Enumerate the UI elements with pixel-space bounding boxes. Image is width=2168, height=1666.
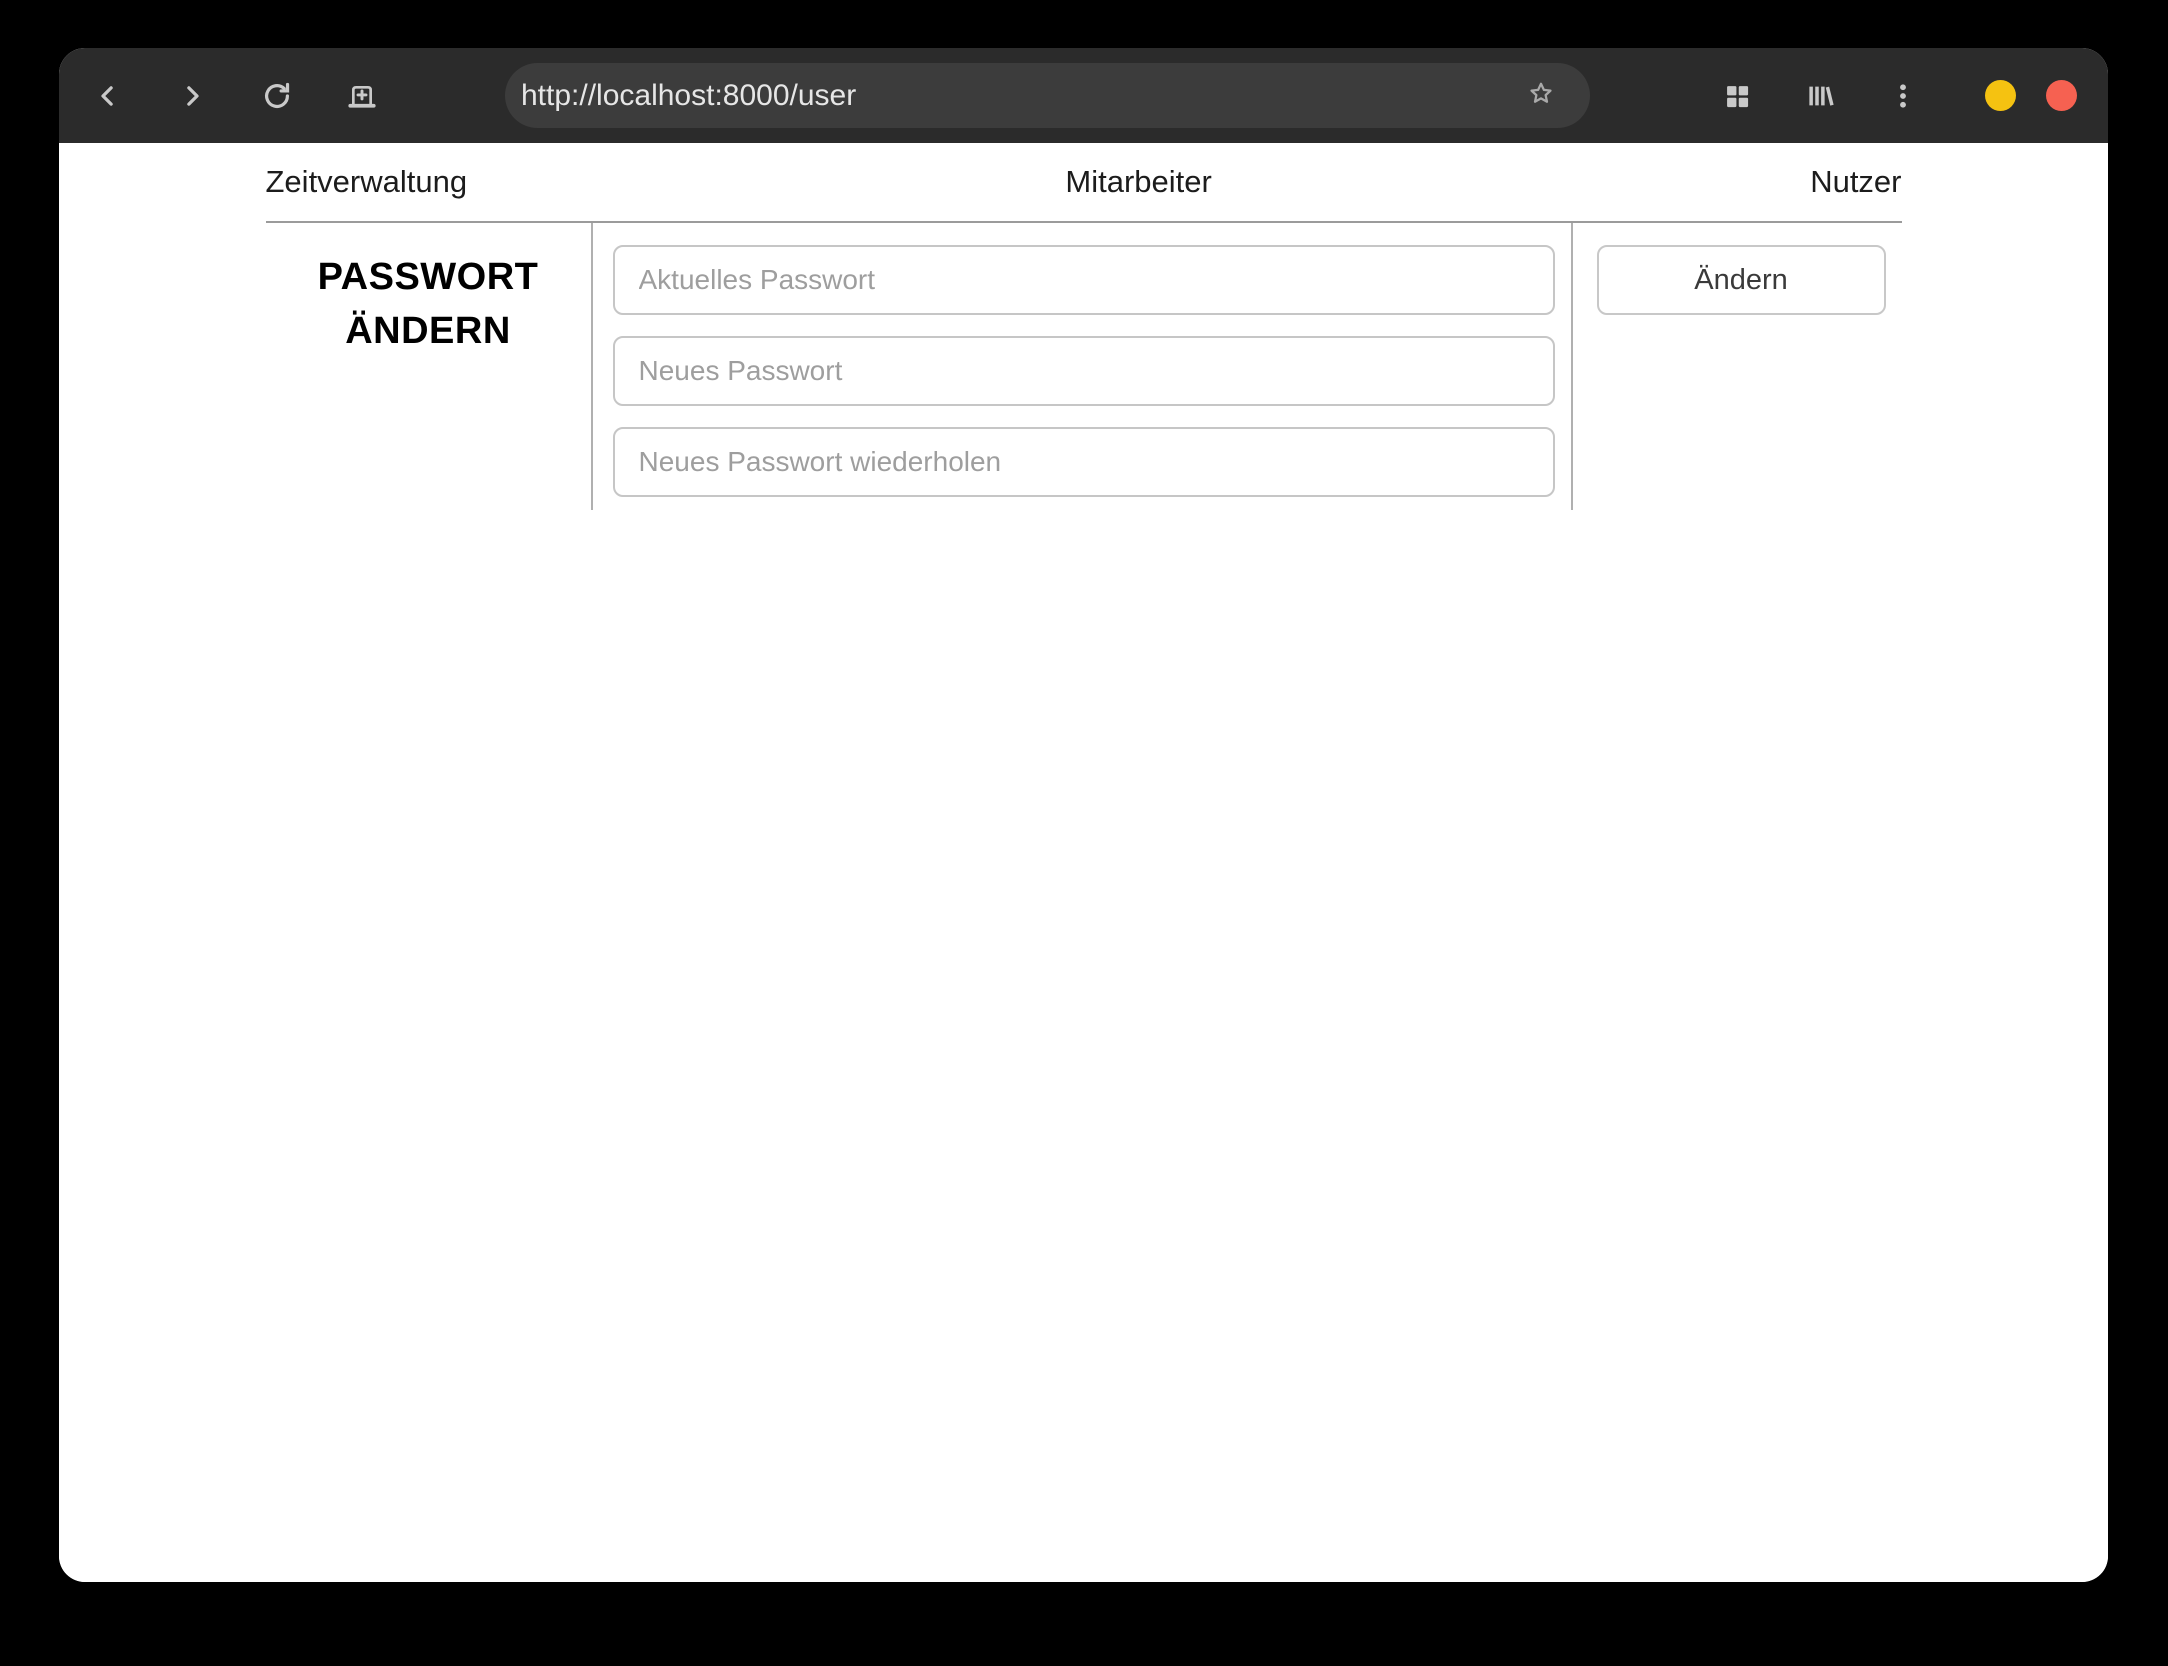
close-button[interactable] [2046,80,2077,111]
library-button[interactable] [1798,74,1842,118]
kebab-menu-icon [1889,82,1917,110]
page-content: Zeitverwaltung Mitarbeiter Nutzer PASSWO… [59,143,2108,1582]
fields-column [590,223,1573,510]
minimize-button[interactable] [1985,80,2016,111]
desktop-background: { "browser": { "toolbar": { "url": "http… [0,0,2168,1666]
reload-button[interactable] [255,74,299,118]
browser-toolbar: http://localhost:8000/user [59,48,2108,143]
forward-button[interactable] [170,74,214,118]
new-tab-icon [346,80,378,112]
reload-icon [261,80,293,112]
library-icon [1805,81,1835,111]
password-change-section: PASSWORT ÄNDERN Ändern [266,223,1902,510]
chevron-left-icon [93,81,123,111]
url-text: http://localhost:8000/user [521,78,857,112]
browser-window: http://localhost:8000/user Zeitverwaltun… [59,48,2108,1582]
page-title-line1: PASSWORT [317,256,539,298]
page-title: PASSWORT ÄNDERN [266,250,591,358]
nav-item-nutzer[interactable]: Nutzer [1810,164,1901,200]
current-password-input[interactable] [612,245,1555,315]
star-icon [1526,79,1556,114]
new-tab-button[interactable] [340,74,384,118]
chevron-right-icon [177,81,207,111]
change-password-button[interactable]: Ändern [1596,245,1886,315]
new-password-input[interactable] [612,336,1555,406]
menu-button[interactable] [1881,74,1925,118]
open-tabs-button[interactable] [1715,74,1759,118]
title-column: PASSWORT ÄNDERN [266,223,591,510]
repeat-new-password-input[interactable] [612,427,1555,497]
grid-icon [1723,82,1751,110]
main-nav: Zeitverwaltung Mitarbeiter Nutzer [265,143,1902,223]
nav-item-zeitverwaltung[interactable]: Zeitverwaltung [266,164,468,200]
action-column: Ändern [1573,223,1902,510]
page-title-line2: ÄNDERN [345,310,511,352]
nav-item-mitarbeiter[interactable]: Mitarbeiter [1065,164,1211,200]
url-bar[interactable]: http://localhost:8000/user [505,63,1590,128]
bookmark-button[interactable] [1522,77,1560,115]
back-button[interactable] [86,74,130,118]
